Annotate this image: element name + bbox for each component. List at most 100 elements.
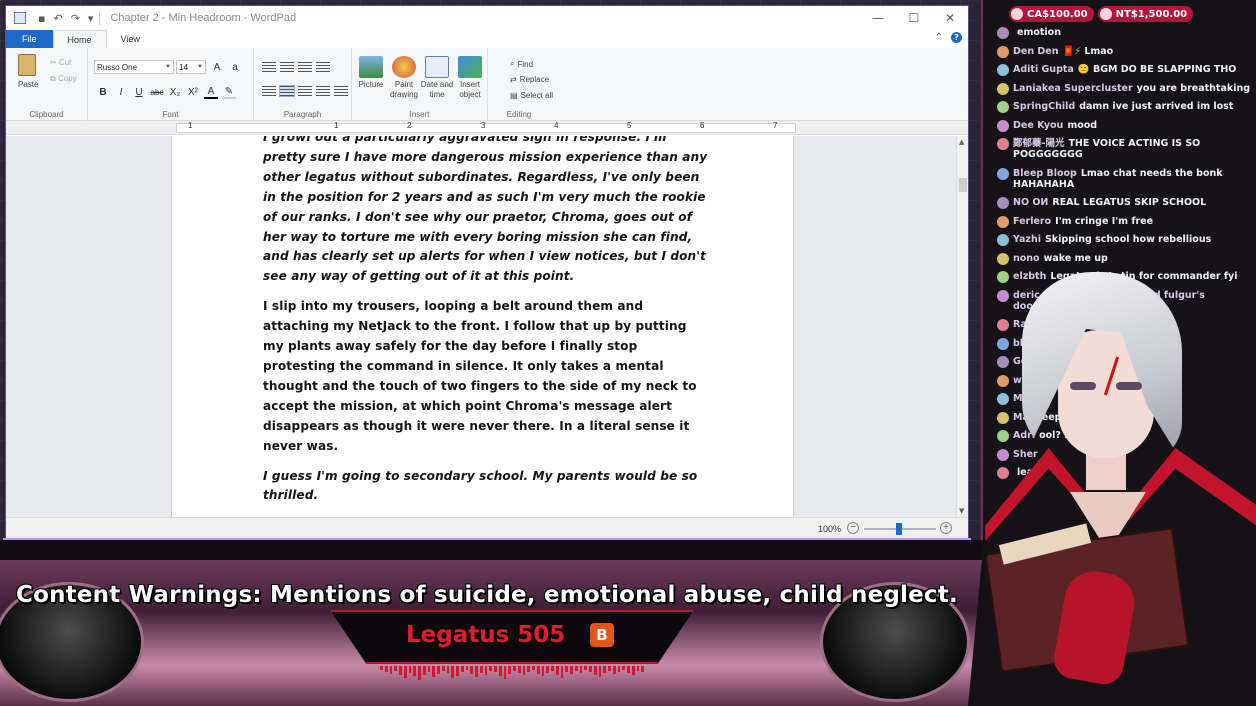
insert-object-button[interactable]: Insert object <box>453 56 487 100</box>
increase-indent-icon[interactable] <box>280 62 294 72</box>
visualizer-bar <box>384 666 388 672</box>
visualizer-bar <box>541 666 545 676</box>
avatar[interactable] <box>997 101 1009 113</box>
avatar[interactable] <box>997 64 1009 76</box>
document-page[interactable]: I growl out a particularly aggravated si… <box>171 136 794 517</box>
justify-icon[interactable] <box>316 86 330 96</box>
picture-button[interactable]: Picture <box>354 56 388 90</box>
bold-button[interactable]: B <box>96 87 110 98</box>
paint-label: Paint drawing <box>389 80 418 99</box>
chat-username[interactable]: 鄭郁蓁-陽光 <box>1013 138 1064 149</box>
cut-button[interactable]: ✂ Cut <box>50 58 71 67</box>
tab-view[interactable]: View <box>107 30 154 48</box>
date-time-button[interactable]: Date and time <box>420 56 454 100</box>
decrease-indent-icon[interactable] <box>262 62 276 72</box>
select-all-button[interactable]: ▤ Select all <box>510 91 553 100</box>
save-icon[interactable]: ▪ <box>38 12 45 25</box>
font-family-select[interactable]: Russo One ▼ <box>94 60 174 74</box>
chat-username[interactable]: Bleep Bloop <box>1013 168 1077 179</box>
avatar[interactable] <box>997 197 1009 209</box>
chat-username[interactable]: nono <box>1013 253 1040 264</box>
ruler-mark: 3 <box>481 121 486 130</box>
ruler[interactable]: 1 1 2 3 4 5 6 7 <box>6 121 968 135</box>
paste-icon[interactable] <box>18 54 36 76</box>
chat-text: BGM DO BE SLAPPING THO <box>1092 64 1237 75</box>
shrink-font-icon[interactable]: a <box>228 62 242 73</box>
avatar[interactable] <box>997 215 1009 228</box>
avatar-eye-right <box>1116 382 1142 390</box>
chat-message: 鄭郁蓁-陽光 THE VOICE ACTING IS SO POGGGGGGG <box>997 138 1253 160</box>
collapse-ribbon-icon[interactable]: ⌃ <box>935 32 943 43</box>
chat-username[interactable]: NO ОИ <box>1013 197 1048 208</box>
font-size-select[interactable]: 14 ▼ <box>176 60 206 74</box>
chat-username[interactable]: Laniakea Supercluster <box>1013 83 1133 94</box>
undo-icon[interactable]: ↶ <box>53 12 62 25</box>
avatar[interactable] <box>997 119 1009 132</box>
visualizer-bar <box>427 666 431 672</box>
strikethrough-button[interactable]: abc <box>150 88 164 97</box>
replace-button[interactable]: ⇄ Replace <box>510 75 549 84</box>
scrollbar-thumb[interactable] <box>959 178 967 192</box>
donation-badge[interactable]: NT$1,500.00 <box>1097 6 1194 22</box>
donation-badge[interactable]: CA$100.00 <box>1009 6 1094 22</box>
tab-home[interactable]: Home <box>52 30 107 48</box>
visualizer-bar <box>503 666 507 679</box>
visualizer-bar <box>441 666 445 671</box>
align-right-icon[interactable] <box>298 86 312 96</box>
ribbon-right-controls: ⌃ ? <box>935 32 962 43</box>
chat-username[interactable]: Dee Kyou <box>1013 120 1063 131</box>
ribbon: Paste ✂ Cut ⧉ Copy Clipboard Russo One ▼ … <box>6 48 968 121</box>
chat-message: Bleep Bloop Lmao chat needs the bonk HAHA… <box>997 167 1253 190</box>
superscript-button[interactable]: X² <box>186 87 200 98</box>
tab-file[interactable]: File <box>6 30 53 48</box>
find-button[interactable]: ⌕ Find <box>510 59 533 69</box>
visualizer-bar <box>546 666 549 673</box>
font-color-icon[interactable]: A <box>204 86 218 99</box>
quick-access-toolbar: ▪ ↶ ↷ ▾ <box>38 12 93 25</box>
chat-username[interactable]: SpringChild <box>1013 101 1075 112</box>
help-icon[interactable]: ? <box>951 32 962 43</box>
line-spacing-icon[interactable] <box>316 62 330 72</box>
italic-button[interactable]: I <box>114 87 128 98</box>
avatar[interactable] <box>997 82 1009 95</box>
chat-username[interactable]: Yazhi <box>1013 234 1041 245</box>
avatar[interactable] <box>997 167 1009 180</box>
chat-emoji: 🙂 <box>1077 64 1090 75</box>
chat-username[interactable]: Ferlero <box>1013 216 1051 227</box>
grow-font-icon[interactable]: A <box>210 62 224 73</box>
cut-label: Cut <box>58 58 72 67</box>
subscript-button[interactable]: X₂ <box>168 87 182 98</box>
avatar[interactable] <box>997 234 1009 246</box>
chat-text: emotion <box>1017 27 1061 38</box>
minimize-button[interactable]: — <box>860 6 896 30</box>
paragraph-settings-icon[interactable] <box>334 86 348 96</box>
align-left-icon[interactable] <box>262 86 276 96</box>
visualizer-bar <box>522 666 526 675</box>
align-center-icon[interactable] <box>279 85 295 97</box>
close-button[interactable]: ✕ <box>932 6 968 30</box>
avatar[interactable] <box>997 252 1009 265</box>
visualizer-bar <box>380 666 383 670</box>
paste-button[interactable]: Paste <box>18 80 38 89</box>
visualizer-bar <box>389 666 393 674</box>
zoom-out-button[interactable]: − <box>847 522 859 534</box>
copy-button[interactable]: ⧉ Copy <box>50 74 77 84</box>
avatar[interactable] <box>997 45 1009 58</box>
chat-username[interactable]: Den Den <box>1013 46 1059 57</box>
redo-icon[interactable]: ↷ <box>71 12 80 25</box>
visualizer-bar <box>555 666 559 675</box>
document-area: I growl out a particularly aggravated si… <box>6 136 956 517</box>
visualizer-bar <box>470 666 473 674</box>
customize-qa-icon[interactable]: ▾ <box>88 12 94 25</box>
bullet-list-icon[interactable] <box>298 62 312 72</box>
maximize-button[interactable]: ☐ <box>896 6 932 30</box>
avatar[interactable] <box>997 27 1009 39</box>
chat-username[interactable]: Aditi Gupta <box>1013 64 1074 75</box>
scroll-up-icon[interactable]: ▲ <box>959 138 964 146</box>
underline-button[interactable]: U <box>132 87 146 98</box>
avatar[interactable] <box>997 138 1009 150</box>
paint-drawing-button[interactable]: Paint drawing <box>387 56 421 100</box>
document-text[interactable]: I growl out a particularly aggravated si… <box>263 136 708 516</box>
chat-message: Ferlero I'm cringe I'm free <box>997 215 1253 228</box>
highlight-icon[interactable]: ✎ <box>222 86 236 99</box>
